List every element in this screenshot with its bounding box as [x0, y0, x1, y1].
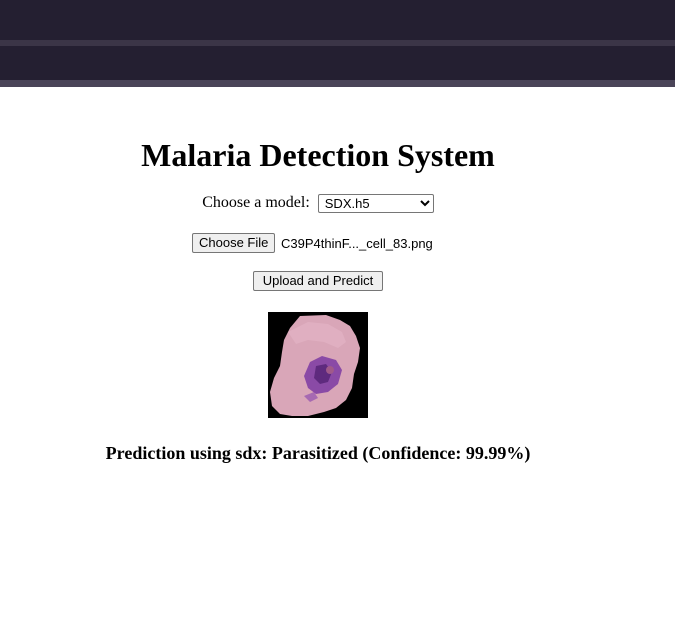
page-title: Malaria Detection System: [141, 137, 495, 173]
model-label: Choose a model:: [202, 194, 310, 212]
prediction-result: Prediction using sdx: Parasitized (Confi…: [105, 443, 531, 463]
top-bar-divider: [0, 40, 675, 46]
selected-file-name: C39P4thinF..._cell_83.png: [281, 235, 433, 251]
uploaded-cell-image: [268, 312, 368, 418]
model-selector-row: Choose a model: SDX.h5: [0, 194, 636, 213]
cell-image-graphic: [268, 312, 368, 418]
top-bar-bottom-edge: [0, 80, 675, 87]
upload-and-predict-button[interactable]: Upload and Predict: [253, 271, 383, 291]
browser-top-bar: [0, 0, 675, 87]
model-select[interactable]: SDX.h5: [317, 194, 434, 213]
file-input-row: Choose File C39P4thinF..._cell_83.png: [192, 233, 433, 254]
parasite-spot: [326, 366, 334, 374]
choose-file-button[interactable]: Choose File: [192, 233, 276, 253]
